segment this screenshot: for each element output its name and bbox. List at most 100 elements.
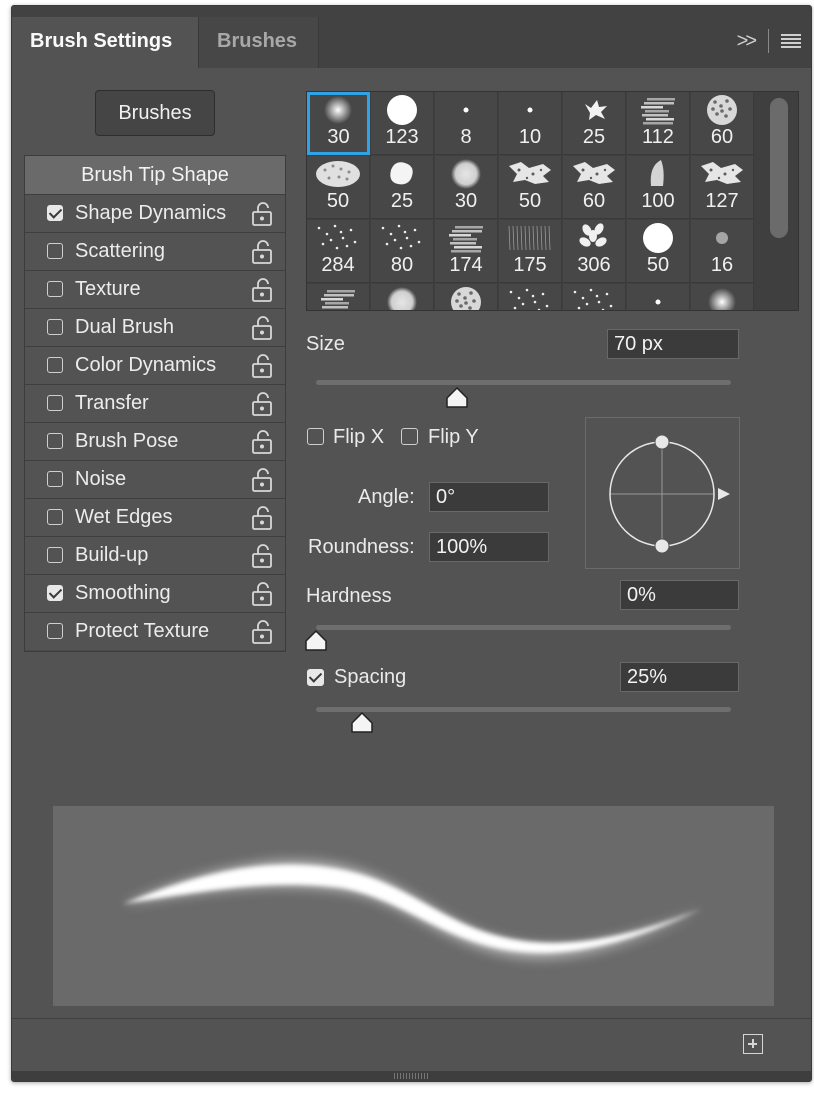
option-checkbox[interactable] [47, 471, 63, 487]
lock-icon[interactable] [251, 391, 273, 417]
flip-x-checkbox[interactable] [307, 428, 324, 445]
option-checkbox[interactable] [47, 585, 63, 601]
option-checkbox[interactable] [47, 547, 63, 563]
option-row-shape-dynamics[interactable]: Shape Dynamics [25, 194, 285, 232]
brush-preset-20[interactable]: 16 [691, 220, 754, 283]
brushes-button[interactable]: Brushes [95, 90, 215, 136]
lock-icon[interactable] [251, 505, 273, 531]
brush-preset-25[interactable] [563, 284, 626, 310]
brush-preset-14[interactable]: 284 [307, 220, 370, 283]
roundness-field[interactable]: 100% [429, 532, 549, 562]
hardness-field[interactable]: 0% [620, 580, 739, 610]
lock-icon[interactable] [251, 467, 273, 493]
brush-preset-3[interactable]: 10 [499, 92, 562, 155]
lock-icon[interactable] [251, 315, 273, 341]
brush-preset-24[interactable] [499, 284, 562, 310]
brush-preset-23[interactable] [435, 284, 498, 310]
brush-preset-8[interactable]: 25 [371, 156, 434, 219]
brush-preset-2[interactable]: 8 [435, 92, 498, 155]
option-row-dual-brush[interactable]: Dual Brush [25, 308, 285, 346]
option-label: Shape Dynamics [75, 202, 227, 224]
brush-preset-5[interactable]: 112 [627, 92, 690, 155]
spacing-slider-thumb[interactable] [350, 712, 374, 734]
option-label: Transfer [75, 392, 149, 414]
spacing-checkbox[interactable] [307, 669, 324, 686]
panel-footer [12, 1018, 811, 1073]
brush-preset-12[interactable]: 100 [627, 156, 690, 219]
option-checkbox[interactable] [47, 243, 63, 259]
brush-preset-10[interactable]: 50 [499, 156, 562, 219]
option-label: Color Dynamics [75, 354, 217, 376]
brush-preset-19[interactable]: 50 [627, 220, 690, 283]
option-checkbox[interactable] [47, 281, 63, 297]
new-brush-icon[interactable] [743, 1034, 763, 1054]
brush-preset-16[interactable]: 174 [435, 220, 498, 283]
brush-tip-icon [387, 287, 417, 310]
brush-preset-15[interactable]: 80 [371, 220, 434, 283]
tab-brushes[interactable]: Brushes [199, 17, 319, 68]
brush-tip-shape-item[interactable]: Brush Tip Shape [25, 156, 285, 194]
size-slider-thumb[interactable] [445, 387, 469, 409]
lock-icon[interactable] [251, 429, 273, 455]
brush-tip-icon [324, 96, 352, 124]
spacing-field[interactable]: 25% [620, 662, 739, 692]
lock-icon[interactable] [251, 543, 273, 569]
lock-icon[interactable] [251, 353, 273, 379]
option-checkbox[interactable] [47, 395, 63, 411]
option-row-texture[interactable]: Texture [25, 270, 285, 308]
brush-preset-9[interactable]: 30 [435, 156, 498, 219]
double-chevron-right-icon[interactable]: >> [737, 30, 757, 53]
lock-icon[interactable] [251, 277, 273, 303]
brush-size-label: 123 [385, 126, 419, 148]
option-row-scattering[interactable]: Scattering [25, 232, 285, 270]
option-row-color-dynamics[interactable]: Color Dynamics [25, 346, 285, 384]
tab-brush-settings[interactable]: Brush Settings [12, 17, 199, 68]
option-checkbox[interactable] [47, 357, 63, 373]
brush-preset-27[interactable] [691, 284, 754, 310]
option-row-smoothing[interactable]: Smoothing [25, 574, 285, 612]
brush-preset-7[interactable]: 50 [307, 156, 370, 219]
lock-icon[interactable] [251, 239, 273, 265]
brush-preset-13[interactable]: 127 [691, 156, 754, 219]
brush-preset-21[interactable] [307, 284, 370, 310]
option-row-build-up[interactable]: Build-up [25, 536, 285, 574]
brush-preset-26[interactable] [627, 284, 690, 310]
preset-scrollbar[interactable] [770, 98, 788, 238]
option-row-protect-texture[interactable]: Protect Texture [25, 612, 285, 650]
option-checkbox[interactable] [47, 205, 63, 221]
option-row-wet-edges[interactable]: Wet Edges [25, 498, 285, 536]
option-checkbox[interactable] [47, 509, 63, 525]
hamburger-menu-icon[interactable] [781, 34, 801, 48]
option-row-brush-pose[interactable]: Brush Pose [25, 422, 285, 460]
lock-icon[interactable] [251, 619, 273, 645]
brush-preset-18[interactable]: 306 [563, 220, 626, 283]
option-checkbox[interactable] [47, 623, 63, 639]
lock-icon[interactable] [251, 201, 273, 227]
hardness-slider-thumb[interactable] [304, 630, 328, 652]
brush-preset-0[interactable]: 30 [307, 92, 370, 155]
angle-roundness-widget[interactable] [585, 417, 740, 569]
brush-preset-11[interactable]: 60 [563, 156, 626, 219]
panel-resize-grip[interactable] [12, 1071, 811, 1081]
brush-preset-22[interactable] [371, 284, 434, 310]
brush-preset-6[interactable]: 60 [691, 92, 754, 155]
brush-tip-icon [655, 299, 661, 305]
roundness-handle-bottom [654, 538, 670, 554]
flip-y-checkbox[interactable] [401, 428, 418, 445]
option-row-noise[interactable]: Noise [25, 460, 285, 498]
hardness-slider-track[interactable] [316, 625, 731, 630]
option-checkbox[interactable] [47, 319, 63, 335]
brush-preset-1[interactable]: 123 [371, 92, 434, 155]
lock-icon[interactable] [251, 581, 273, 607]
size-field[interactable]: 70 px [607, 329, 739, 359]
brush-preset-4[interactable]: 25 [563, 92, 626, 155]
brush-size-label: 127 [705, 190, 739, 212]
option-checkbox[interactable] [47, 433, 63, 449]
brush-preset-17[interactable]: 175 [499, 220, 562, 283]
option-row-transfer[interactable]: Transfer [25, 384, 285, 422]
brush-size-label: 50 [646, 254, 670, 276]
angle-field[interactable]: 0° [429, 482, 549, 512]
spacing-slider-track[interactable] [316, 707, 731, 712]
size-slider-track[interactable] [316, 380, 731, 385]
brush-tip-icon [701, 162, 743, 184]
